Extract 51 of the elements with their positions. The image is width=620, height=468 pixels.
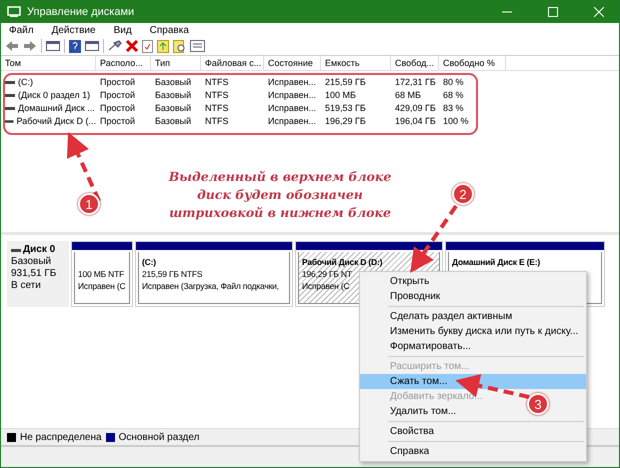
- table-cell: Простой: [100, 89, 136, 102]
- disk-name: Диск 0: [23, 244, 56, 256]
- partition-info: Исправен (С: [302, 280, 350, 292]
- table-cell: Исправен...: [268, 89, 316, 102]
- partition-title: Домашний Диск E (E:): [452, 256, 540, 268]
- partition-info: 215,59 ГБ NTFS: [142, 268, 202, 280]
- legend-label: Не распределена: [20, 432, 102, 442]
- table-cell: Простой: [100, 102, 136, 115]
- partition-info: Исправен (С: [78, 280, 126, 292]
- partition-info: 100 МБ NTF: [78, 268, 124, 280]
- table-cell: Исправен...: [268, 102, 316, 115]
- table-cell: Исправен...: [268, 115, 316, 128]
- table-cell: Базовый: [155, 89, 192, 102]
- step-number: 1: [78, 193, 100, 215]
- table-cell: 196,04 ГБ: [395, 115, 436, 128]
- table-cell: (C:): [18, 76, 33, 89]
- table-cell: Домашний Диск ...: [18, 102, 95, 115]
- step-number: 2: [452, 183, 474, 205]
- table-cell: NTFS: [205, 115, 228, 128]
- annotation-text: Выделенный в верхнем блоке диск будет обозначен штриховкой в нижнем блоке: [168, 168, 392, 222]
- disk-status: В сети: [11, 280, 42, 292]
- table-cell: 172,31 ГБ: [395, 76, 436, 89]
- table-cell: 196,29 ГБ: [325, 115, 366, 128]
- table-cell: 68 МБ: [395, 89, 421, 102]
- table-cell: 429,09 ГБ: [395, 102, 436, 115]
- table-cell: 68 %: [443, 89, 464, 102]
- window-title: Управление дисками: [27, 6, 136, 18]
- table-cell: 519,53 ГБ: [325, 102, 366, 115]
- table-cell: Базовый: [155, 115, 192, 128]
- table-cell: 215,59 ГБ: [325, 76, 366, 89]
- table-cell: 80 %: [443, 76, 464, 89]
- table-cell: (Диск 0 раздел 1): [18, 89, 90, 102]
- table-cell: Базовый: [155, 102, 192, 115]
- partition-info: 196,29 ГБ NT: [302, 268, 352, 280]
- table-cell: 100 %: [443, 115, 469, 128]
- table-cell: Базовый: [155, 76, 192, 89]
- table-cell: Простой: [100, 76, 136, 89]
- partition-title: (C:): [142, 256, 156, 268]
- disk-type: Базовый: [11, 256, 52, 268]
- table-cell: 83 %: [443, 102, 464, 115]
- partition-title: Рабочий Диск D (D:): [302, 256, 382, 268]
- table-cell: NTFS: [205, 76, 228, 89]
- table-cell: Простой: [100, 115, 136, 128]
- disk-size: 931,51 ГБ: [11, 268, 58, 280]
- partition-info: Исправен (Загрузка, Файл подкачки,: [142, 280, 279, 292]
- table-cell: Рабочий Диск D (...: [16, 115, 96, 128]
- table-cell: NTFS: [205, 102, 228, 115]
- table-cell: 100 МБ: [325, 89, 356, 102]
- table-cell: Исправен...: [268, 76, 316, 89]
- legend-label: Основной раздел: [118, 432, 200, 442]
- table-cell: NTFS: [205, 89, 228, 102]
